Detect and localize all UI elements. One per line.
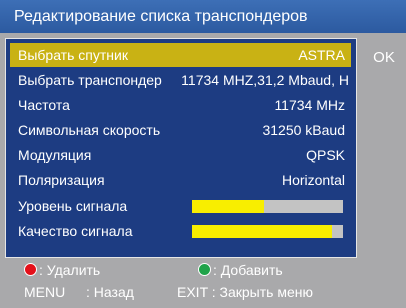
frequency-label: Частота (18, 97, 70, 113)
signal-level-fill (192, 200, 265, 213)
transponder-settings-panel: Выбрать спутник ASTRA Выбрать транспонде… (5, 38, 357, 258)
exit-hint[interactable]: EXIT : Закрыть меню (177, 281, 313, 303)
select-transponder-label: Выбрать транспондер (18, 72, 162, 88)
red-button-icon (24, 263, 37, 276)
symbol-rate-label: Символьная скорость (18, 122, 161, 138)
green-button-icon (198, 263, 211, 276)
signal-quality-label: Качество сигнала (18, 223, 133, 239)
polarization-label: Поляризация (18, 172, 105, 188)
menu-key-label: MENU (24, 284, 66, 300)
signal-quality-fill (192, 225, 333, 238)
frequency-value: 11734 MHz (274, 97, 345, 113)
select-satellite-label: Выбрать спутник (18, 47, 128, 63)
row-modulation[interactable]: Модуляция QPSK (10, 143, 351, 167)
ok-button[interactable]: OK (362, 40, 406, 76)
signal-level-bar (192, 200, 343, 213)
row-frequency[interactable]: Частота 11734 MHz (10, 93, 351, 117)
delete-hint[interactable]: : Удалить (39, 259, 100, 281)
signal-level-label: Уровень сигнала (18, 198, 128, 214)
select-satellite-value: ASTRA (298, 47, 345, 63)
row-symbol-rate[interactable]: Символьная скорость 31250 kBaud (10, 118, 351, 142)
row-signal-level: Уровень сигнала (10, 194, 351, 218)
row-signal-quality: Качество сигнала (10, 219, 351, 243)
modulation-label: Модуляция (18, 147, 92, 163)
signal-quality-bar (192, 225, 343, 238)
window-title: Редактирование списка транспондеров (14, 8, 308, 25)
window-title-bar: Редактирование списка транспондеров (0, 0, 406, 33)
footer-hints: : Удалить : Добавить MENU : Назад EXIT :… (0, 258, 406, 308)
add-hint[interactable]: : Добавить (213, 259, 283, 281)
row-polarization[interactable]: Поляризация Horizontal (10, 168, 351, 192)
back-hint[interactable]: : Назад (86, 281, 134, 303)
row-select-transponder[interactable]: Выбрать транспондер 11734 MHZ,31,2 Mbaud… (10, 68, 351, 92)
modulation-value: QPSK (306, 147, 345, 163)
symbol-rate-value: 31250 kBaud (262, 122, 345, 138)
row-select-satellite[interactable]: Выбрать спутник ASTRA (10, 43, 351, 67)
select-transponder-value: 11734 MHZ,31,2 Mbaud, H (181, 72, 349, 88)
polarization-value: Horizontal (281, 172, 345, 188)
